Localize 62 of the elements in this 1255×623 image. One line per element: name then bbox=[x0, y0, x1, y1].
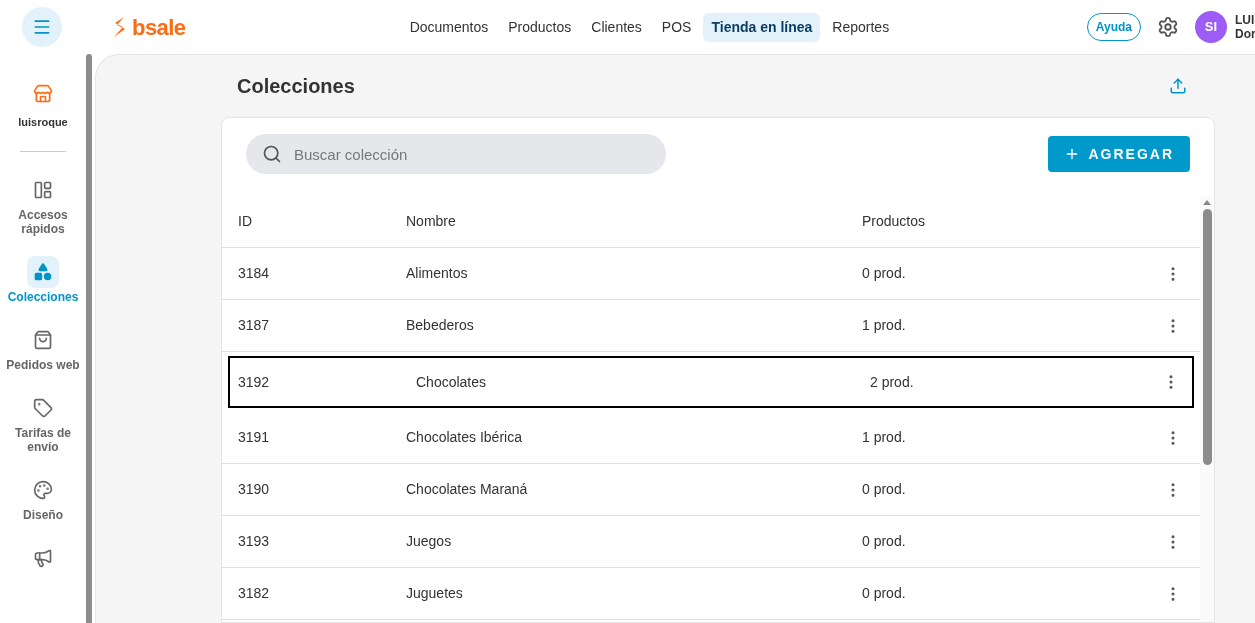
scroll-up-icon[interactable] bbox=[1203, 200, 1211, 205]
table-cell-text: Juegos bbox=[406, 532, 453, 551]
table-row[interactable]: 3191 Chocolates Ibérica 1 prod. bbox=[222, 412, 1200, 464]
nav-tab[interactable]: Clientes bbox=[583, 12, 650, 42]
table-cell-text: Chocolates Ibérica bbox=[406, 428, 523, 447]
search-field[interactable]: Buscar colección bbox=[246, 134, 666, 174]
menu-icon bbox=[32, 17, 52, 37]
table-row[interactable]: 3182 Juguetes 0 prod. bbox=[222, 568, 1200, 620]
nav-tab[interactable]: Documentos bbox=[401, 12, 497, 42]
table-cell-text: 3193 bbox=[237, 532, 271, 551]
table-row[interactable]: 3187 Bebederos 1 prod. bbox=[222, 300, 1200, 352]
shopping-bag-icon bbox=[33, 329, 53, 350]
tag-icon bbox=[33, 397, 53, 418]
store-name: luisroque bbox=[18, 115, 68, 130]
search-icon bbox=[262, 144, 282, 164]
settings-icon[interactable] bbox=[1157, 16, 1179, 38]
page-title: Colecciones bbox=[237, 74, 355, 99]
table-cell-text: 3192 bbox=[237, 372, 271, 392]
sidebar-item[interactable]: Accesos rápidos bbox=[1, 173, 85, 236]
scrollbar[interactable] bbox=[1200, 196, 1214, 622]
sidebar-item[interactable]: Pedidos web bbox=[1, 323, 85, 372]
shapes-icon bbox=[33, 261, 53, 282]
store-icon bbox=[33, 84, 53, 104]
sidebar-item[interactable]: Tarifas de envío bbox=[1, 391, 85, 454]
table-row[interactable]: 3184 Alimentos 0 prod. bbox=[222, 248, 1200, 300]
table-row[interactable]: 3192 Chocolates 2 prod. bbox=[228, 356, 1194, 408]
nav-tab[interactable]: Reportes bbox=[824, 12, 898, 42]
column-header: ID bbox=[237, 212, 253, 231]
table-cell-text: Chocolates bbox=[415, 372, 488, 392]
menu-button[interactable] bbox=[22, 7, 62, 47]
table-cell-text: 3190 bbox=[237, 480, 271, 499]
user-name: LUI bbox=[1235, 13, 1255, 27]
column-header: Productos bbox=[862, 212, 927, 231]
table-cell-text: 3184 bbox=[237, 264, 271, 283]
table-cell-text: 3182 bbox=[237, 584, 271, 603]
table-cell-text: 1 prod. bbox=[862, 428, 907, 447]
nav-tab[interactable]: Productos bbox=[500, 12, 580, 42]
nav-tab[interactable]: Tienda en línea bbox=[703, 12, 821, 42]
table-cell-text: 0 prod. bbox=[862, 264, 907, 283]
layout-icon bbox=[33, 179, 53, 200]
table-row[interactable]: 3193 Juegos 0 prod. bbox=[222, 516, 1200, 568]
table-cell-text: Chocolates Maraná bbox=[406, 480, 529, 499]
column-header: Nombre bbox=[406, 212, 457, 231]
table-cell-text: 0 prod. bbox=[862, 532, 907, 551]
logo: bsale bbox=[112, 10, 212, 44]
table-cell-text: 2 prod. bbox=[870, 372, 915, 392]
palette-icon bbox=[33, 479, 53, 500]
table-cell-text: 0 prod. bbox=[862, 480, 907, 499]
table-cell-text: Alimentos bbox=[406, 264, 469, 283]
table-cell-text: Juguetes bbox=[406, 584, 464, 603]
table-cell-text: 3191 bbox=[237, 428, 271, 447]
sidebar-item[interactable]: Diseño bbox=[1, 473, 85, 522]
table-cell-text: 1 prod. bbox=[862, 316, 907, 335]
table-cell-text: Bebederos bbox=[406, 316, 475, 335]
nav-tab[interactable]: POS bbox=[653, 12, 700, 42]
table-row[interactable]: 3190 Chocolates Maraná 0 prod. bbox=[222, 464, 1200, 516]
export-icon[interactable] bbox=[1169, 77, 1187, 95]
table-cell-text: 3187 bbox=[237, 316, 271, 335]
avatar[interactable]: SI bbox=[1195, 11, 1227, 43]
table-cell-text: 0 prod. bbox=[862, 584, 907, 603]
user-subtitle: Dor bbox=[1235, 27, 1255, 41]
megaphone-icon bbox=[33, 547, 53, 568]
